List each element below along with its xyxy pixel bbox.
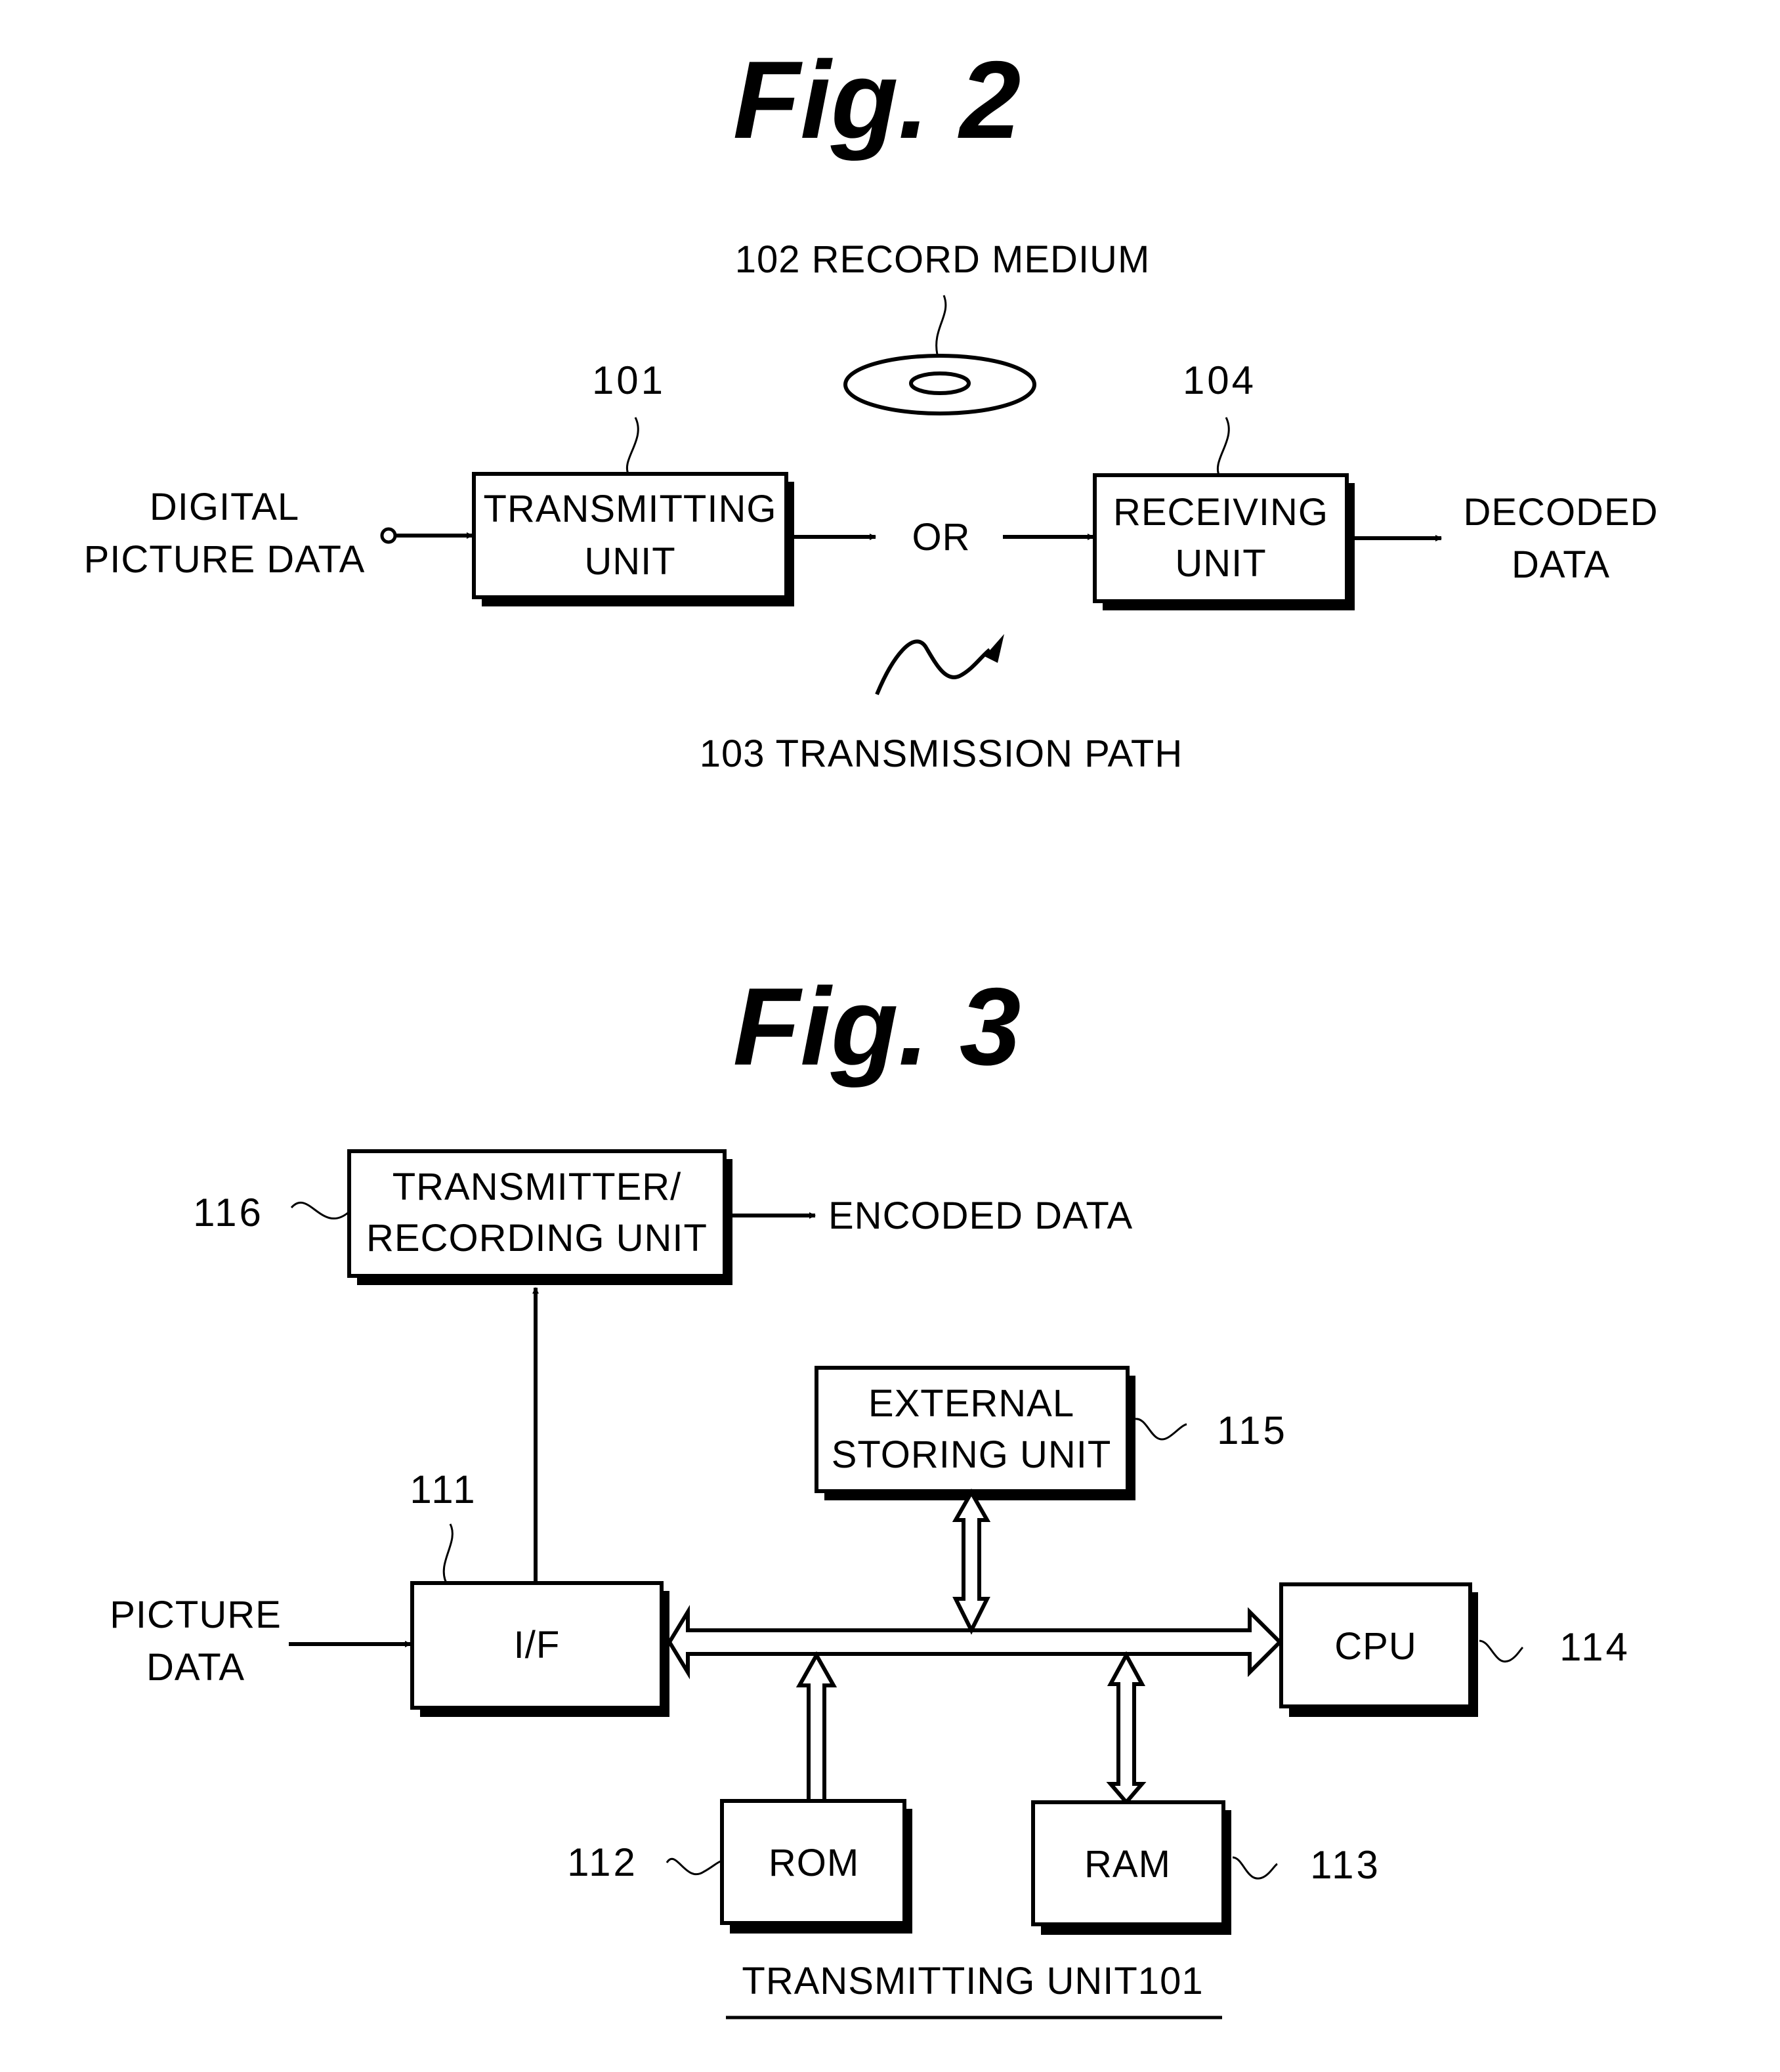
disc-icon: [843, 354, 1036, 415]
external-storing-bus-arrow: [952, 1488, 991, 1635]
patent-figure-sheet: Fig. 2 102 RECORD MEDIUM DIGITAL PICTURE…: [84, 38, 1658, 2019]
receiving-unit-block: RECEIVING UNIT: [1093, 473, 1355, 610]
interface-block: I/F: [410, 1581, 669, 1717]
digital-picture-data-label-line2: PICTURE DATA: [84, 538, 366, 581]
receiving-unit-leader-line: [1217, 417, 1230, 477]
rom-ref: 112: [567, 1840, 638, 1884]
rom-label: ROM: [769, 1842, 859, 1884]
transmitting-unit-block: TRANSMITTING UNIT: [472, 472, 794, 606]
rom-block: ROM: [720, 1799, 912, 1934]
transmitter-recording-leader-line: [290, 1202, 349, 1219]
external-storing-label-line2: STORING UNIT: [832, 1433, 1112, 1476]
record-medium-leader-line: [935, 295, 947, 355]
fig3-caption: TRANSMITTING UNIT101: [742, 1960, 1203, 2002]
transmitting-unit-label-line2: UNIT: [584, 540, 675, 583]
record-medium-label: 102 RECORD MEDIUM: [735, 238, 1151, 281]
cpu-label: CPU: [1334, 1625, 1416, 1668]
transmitting-unit-ref: 101: [592, 358, 666, 402]
transmission-path-arrowhead: [985, 634, 1004, 663]
interface-label: I/F: [514, 1624, 561, 1666]
receiving-unit-label-line2: UNIT: [1175, 542, 1266, 585]
external-storing-leader-line: [1135, 1418, 1187, 1441]
cpu-block: CPU: [1279, 1582, 1478, 1717]
external-storing-label-line1: EXTERNAL: [868, 1382, 1074, 1425]
receiving-unit-label-line1: RECEIVING: [1113, 491, 1328, 534]
fig3-title: Fig. 3: [733, 965, 1021, 1088]
ram-ref: 113: [1310, 1843, 1381, 1887]
fig2-title: Fig. 2: [733, 38, 1021, 161]
external-storing-unit-block: EXTERNAL STORING UNIT: [815, 1366, 1135, 1500]
digital-picture-data-label-line1: DIGITAL: [150, 486, 299, 528]
interface-ref: 111: [410, 1468, 477, 1512]
transmitting-unit-label-line1: TRANSMITTING: [484, 488, 777, 530]
transmission-path-wave-icon: [875, 639, 991, 696]
transmission-path-label: 103 TRANSMISSION PATH: [700, 732, 1183, 775]
decoded-data-label-line1: DECODED: [1463, 491, 1658, 534]
figure-3: Fig. 3 116 TRANSMITTER/ RECORDING UNIT E…: [110, 965, 1630, 2019]
ram-block: RAM: [1031, 1800, 1231, 1935]
rom-bus-arrow: [795, 1651, 837, 1803]
transmitter-recording-unit-ref: 116: [193, 1191, 264, 1235]
interface-leader-line: [442, 1523, 454, 1584]
cpu-ref: 114: [1559, 1625, 1630, 1669]
external-storing-unit-ref: 115: [1217, 1408, 1288, 1452]
ram-leader-line: [1232, 1856, 1278, 1880]
transmitter-recording-label-line1: TRANSMITTER/: [392, 1166, 682, 1208]
receiving-unit-ref: 104: [1183, 358, 1256, 402]
rom-leader-line: [666, 1857, 721, 1875]
or-label: OR: [912, 516, 971, 559]
picture-data-label-line2: DATA: [146, 1646, 245, 1689]
cpu-leader-line: [1479, 1639, 1524, 1663]
transmitter-recording-unit-block: TRANSMITTER/ RECORDING UNIT: [347, 1149, 732, 1285]
input-terminal-icon: [380, 527, 397, 544]
transmitter-recording-label-line2: RECORDING UNIT: [366, 1217, 708, 1259]
figure-2: Fig. 2 102 RECORD MEDIUM DIGITAL PICTURE…: [84, 38, 1658, 775]
ram-bus-arrow: [1106, 1651, 1147, 1806]
encoded-data-label: ENCODED DATA: [828, 1195, 1133, 1237]
decoded-data-label-line2: DATA: [1512, 543, 1610, 586]
picture-data-label-line1: PICTURE: [110, 1594, 282, 1636]
transmitting-unit-leader-line: [626, 417, 639, 476]
ram-label: RAM: [1084, 1843, 1171, 1886]
